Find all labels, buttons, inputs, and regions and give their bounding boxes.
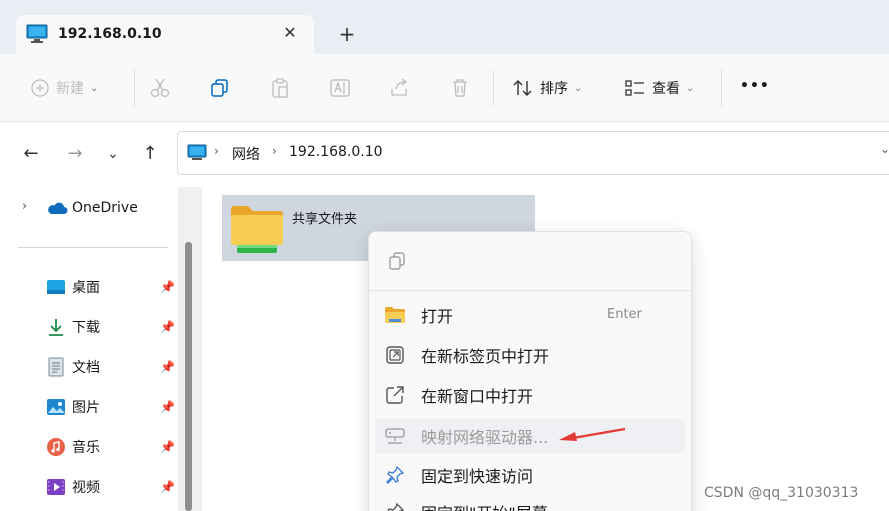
sort-label: 排序	[540, 81, 568, 97]
view-button[interactable]: 查看 ⌄	[624, 72, 694, 104]
pin-start-icon	[387, 502, 405, 511]
up-button[interactable]: ↑	[138, 141, 162, 167]
more-options-button[interactable]: •••	[740, 78, 770, 94]
pin-icon[interactable]: 📌	[160, 480, 175, 494]
toolbar-divider	[721, 70, 722, 106]
close-tab-button[interactable]: ✕	[280, 22, 300, 44]
breadcrumb-separator: ›	[214, 144, 219, 158]
tab-title: 192.168.0.10	[58, 26, 162, 42]
pin-icon[interactable]: 📌	[160, 360, 175, 374]
menu-item-open-new-window[interactable]: 在新窗口中打开	[384, 380, 684, 410]
chevron-down-icon: ⌄	[686, 82, 695, 94]
menu-item-label: 在新标签页中打开	[421, 347, 550, 366]
new-tab-button[interactable]: +	[336, 22, 358, 46]
desktop-icon	[47, 280, 65, 294]
new-tab-icon	[386, 346, 404, 364]
breadcrumb-network[interactable]: 网络	[232, 144, 260, 164]
recent-locations-button[interactable]: ⌄	[101, 141, 125, 167]
view-label: 查看	[652, 81, 680, 97]
sidebar-item-label: 下载	[72, 320, 100, 336]
network-drive-icon	[385, 428, 405, 444]
network-folder-icon	[231, 206, 283, 253]
copy-icon[interactable]	[209, 77, 231, 99]
menu-item-open-new-tab[interactable]: 在新标签页中打开	[384, 340, 684, 370]
view-icon	[625, 80, 644, 96]
menu-item-label: 固定到"开始"屏幕	[421, 500, 548, 511]
forward-button[interactable]: →	[63, 141, 87, 167]
share-icon[interactable]	[389, 77, 411, 99]
sidebar-item-pictures[interactable]: 图片	[46, 395, 100, 419]
pin-icon[interactable]: 📌	[160, 280, 175, 294]
menu-item-label: 在新窗口中打开	[421, 387, 534, 406]
pin-icon[interactable]: 📌	[160, 400, 175, 414]
computer-icon	[187, 144, 207, 160]
pin-icon[interactable]: 📌	[160, 440, 175, 454]
music-icon	[47, 438, 65, 456]
new-window-icon	[386, 386, 404, 404]
breadcrumb-separator: ›	[272, 144, 277, 158]
address-expand-icon[interactable]: ⌄	[880, 142, 889, 156]
new-label: 新建	[56, 81, 84, 97]
pin-icon[interactable]: 📌	[160, 320, 175, 334]
menu-item-map-network-drive[interactable]: 映射网络驱动器...	[384, 421, 684, 451]
back-button[interactable]: ←	[19, 141, 43, 167]
sidebar-item-onedrive[interactable]: OneDrive	[46, 196, 138, 220]
annotation-arrow-icon	[559, 427, 626, 441]
folder-name: 共享文件夹	[292, 212, 358, 227]
cut-icon[interactable]	[149, 77, 171, 99]
sidebar-item-label: OneDrive	[72, 200, 138, 216]
folder-open-icon	[385, 307, 405, 323]
menu-item-pin-start[interactable]: 固定到"开始"屏幕	[384, 497, 684, 511]
rename-icon[interactable]	[329, 77, 351, 99]
expand-chevron-icon[interactable]: ›	[22, 199, 27, 214]
sidebar-item-label: 视频	[72, 480, 100, 496]
plus-circle-icon	[31, 79, 49, 97]
sidebar-divider	[18, 247, 168, 248]
sort-icon	[513, 80, 532, 96]
sidebar-item-label: 桌面	[72, 280, 100, 296]
menu-item-label: 固定到快速访问	[421, 467, 534, 486]
toolbar-divider	[493, 70, 494, 106]
delete-icon[interactable]	[449, 77, 471, 99]
picture-icon	[47, 399, 65, 415]
paste-icon[interactable]	[269, 77, 291, 99]
sidebar-item-label: 文档	[72, 360, 100, 376]
sidebar-item-label: 图片	[72, 400, 100, 416]
sidebar-scrollbar-thumb[interactable]	[185, 242, 192, 511]
cloud-icon	[48, 202, 68, 214]
address-bar[interactable]	[177, 131, 889, 175]
download-icon	[49, 319, 63, 336]
chevron-down-icon: ⌄	[90, 82, 99, 94]
pin-icon	[386, 465, 405, 484]
video-icon	[47, 479, 65, 495]
copy-icon[interactable]	[386, 250, 408, 272]
sidebar-item-desktop[interactable]: 桌面	[46, 275, 100, 299]
sidebar-item-music[interactable]: 音乐	[46, 435, 100, 459]
menu-item-pin-quick-access[interactable]: 固定到快速访问	[384, 460, 684, 490]
menu-item-label: 映射网络驱动器...	[421, 428, 549, 447]
sidebar-item-videos[interactable]: 视频	[46, 475, 100, 499]
sidebar-item-documents[interactable]: 文档	[46, 355, 100, 379]
sidebar-item-downloads[interactable]: 下载	[46, 315, 100, 339]
menu-item-label: 打开	[421, 307, 454, 326]
computer-icon	[26, 24, 48, 43]
watermark: CSDN @qq_31030313	[704, 485, 859, 501]
menu-separator	[369, 290, 691, 291]
document-icon	[48, 357, 64, 377]
new-button[interactable]: 新建 ⌄	[30, 72, 98, 104]
breadcrumb-host[interactable]: 192.168.0.10	[289, 144, 383, 160]
chevron-down-icon: ⌄	[574, 82, 583, 94]
sidebar-item-label: 音乐	[72, 440, 100, 456]
sort-button[interactable]: 排序 ⌄	[512, 72, 582, 104]
toolbar-divider	[134, 70, 135, 106]
menu-shortcut: Enter	[607, 307, 642, 322]
